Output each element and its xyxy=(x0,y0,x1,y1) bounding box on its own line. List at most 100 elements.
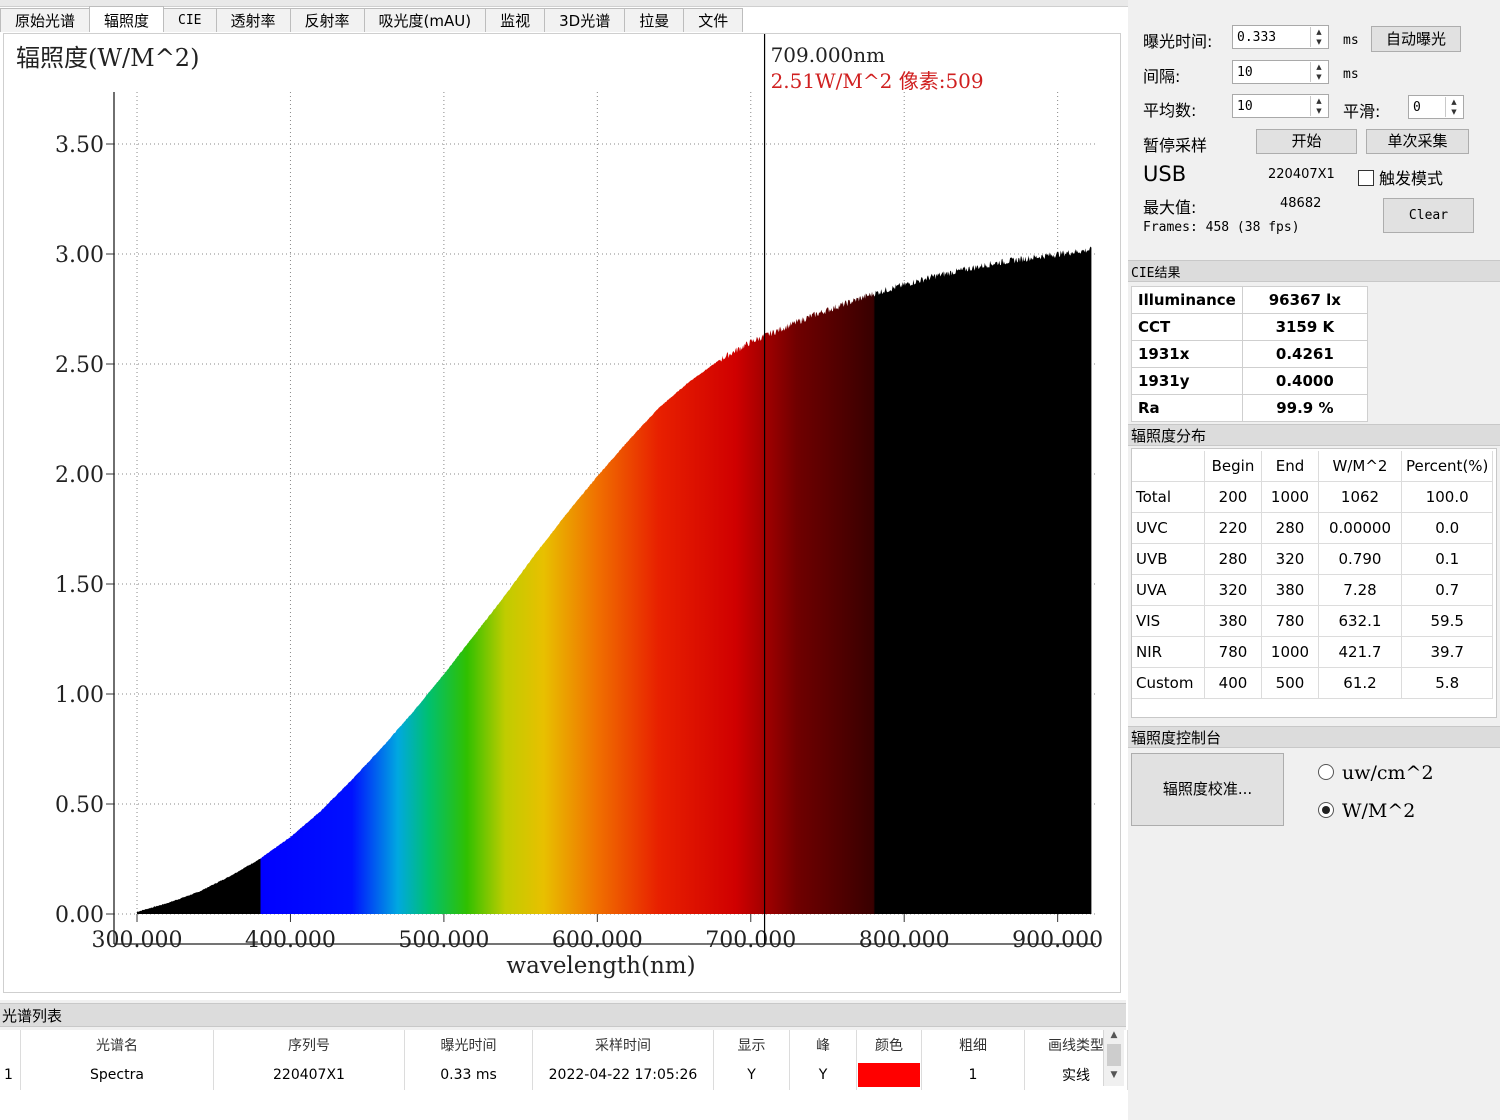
exposure-input[interactable] xyxy=(1233,27,1308,48)
unit-option-wm2[interactable]: W/M^2 xyxy=(1318,800,1415,822)
tab-bar: 原始光谱 辐照度 CIE 透射率 反射率 吸光度(mAU) 监视 3D光谱 拉曼… xyxy=(0,6,744,32)
chart-title: 辐照度(W/M^2) xyxy=(16,44,199,72)
band-value: 421.7 xyxy=(1318,636,1402,668)
y-tick-label: 2.00 xyxy=(55,463,104,488)
max-value: 48682 xyxy=(1280,196,1322,211)
radio-selected-icon[interactable] xyxy=(1318,802,1334,818)
tab-irradiance[interactable]: 辐照度 xyxy=(89,6,165,32)
interval-label: 间隔: xyxy=(1143,67,1181,86)
trigger-mode-checkbox[interactable]: 触发模式 xyxy=(1358,165,1443,189)
exposure-stepper[interactable]: ▲ ▼ xyxy=(1310,27,1327,47)
interval-stepper[interactable]: ▲ ▼ xyxy=(1310,62,1327,82)
irradiance-calibrate-button[interactable]: 辐照度校准... xyxy=(1131,753,1284,826)
column-header[interactable]: 曝光时间 xyxy=(404,1030,533,1060)
checkbox-icon[interactable] xyxy=(1358,170,1374,186)
table-row: NIR 780 1000 421.7 39.7 xyxy=(1132,636,1494,668)
column-header: Begin xyxy=(1204,451,1262,482)
smooth-spinbox[interactable]: ▲▼ xyxy=(1408,95,1464,119)
interval-spinbox[interactable]: ▲▼ xyxy=(1232,60,1329,84)
band-value: 280 xyxy=(1261,512,1319,544)
band-name: UVC xyxy=(1132,512,1205,544)
color-swatch[interactable] xyxy=(858,1063,920,1087)
spectrum-show[interactable]: Y xyxy=(713,1060,790,1090)
spectrum-sample-time: 2022-04-22 17:05:26 xyxy=(532,1060,714,1090)
column-header[interactable]: 序列号 xyxy=(213,1030,405,1060)
column-header: W/M^2 xyxy=(1318,451,1402,482)
cie-value: 99.9 % xyxy=(1241,394,1368,422)
single-capture-button[interactable]: 单次采集 xyxy=(1366,129,1469,154)
spectrum-name[interactable]: Spectra xyxy=(20,1060,214,1090)
scroll-up-icon[interactable]: ▲ xyxy=(1104,1030,1124,1040)
x-tick-label: 400.000 xyxy=(245,928,336,953)
tab-transmittance[interactable]: 透射率 xyxy=(215,8,291,32)
start-button[interactable]: 开始 xyxy=(1256,129,1357,154)
interval-input[interactable] xyxy=(1233,62,1308,83)
band-value: 632.1 xyxy=(1318,605,1402,637)
spectrum-line-width[interactable]: 1 xyxy=(921,1060,1025,1090)
tab-absorbance[interactable]: 吸光度(mAU) xyxy=(363,8,487,32)
down-arrow-icon[interactable]: ▼ xyxy=(1446,107,1462,117)
max-value-label: 最大值: xyxy=(1143,198,1197,217)
spectrum-peak[interactable]: Y xyxy=(789,1060,857,1090)
column-header: End xyxy=(1261,451,1319,482)
radio-icon[interactable] xyxy=(1318,764,1334,780)
spectrum-serial: 220407X1 xyxy=(213,1060,405,1090)
tab-reflectance[interactable]: 反射率 xyxy=(289,8,365,32)
band-name: Custom xyxy=(1132,667,1205,699)
irradiance-console-title: 辐照度控制台 xyxy=(1131,729,1222,747)
table-row: 1931x 0.4261 xyxy=(1131,340,1368,368)
irradiance-chart[interactable]: 辐照度(W/M^2) 300.000 400.000 500.000 600.000 7… xyxy=(4,34,1120,992)
trigger-mode-label: 触发模式 xyxy=(1379,169,1444,188)
column-header[interactable]: 光谱名 xyxy=(20,1030,214,1060)
tab-cie[interactable]: CIE xyxy=(163,8,217,32)
table-row[interactable]: 1 Spectra 220407X1 0.33 ms 2022-04-22 17… xyxy=(0,1060,1128,1090)
up-arrow-icon[interactable]: ▲ xyxy=(1446,97,1462,107)
down-arrow-icon[interactable]: ▼ xyxy=(1311,37,1327,47)
up-arrow-icon[interactable]: ▲ xyxy=(1311,96,1327,106)
band-value: 1062 xyxy=(1318,481,1402,513)
x-axis-label: wavelength(nm) xyxy=(506,953,695,979)
column-header[interactable]: 颜色 xyxy=(856,1030,922,1060)
row-index-header xyxy=(0,1030,21,1060)
scroll-down-icon[interactable]: ▼ xyxy=(1104,1070,1124,1080)
scrollbar-thumb[interactable] xyxy=(1107,1044,1121,1066)
exposure-spinbox[interactable]: ▲▼ xyxy=(1232,25,1329,49)
up-arrow-icon[interactable]: ▲ xyxy=(1311,62,1327,72)
column-header[interactable]: 粗细 xyxy=(921,1030,1025,1060)
list-scrollbar[interactable]: ▲ ▼ xyxy=(1103,1030,1124,1086)
spectrum-color-swatch[interactable] xyxy=(856,1060,922,1090)
exposure-label: 曝光时间: xyxy=(1143,32,1213,51)
tab-raw-spectrum[interactable]: 原始光谱 xyxy=(0,8,91,32)
x-tick-label: 500.000 xyxy=(398,928,489,953)
tab-file[interactable]: 文件 xyxy=(683,8,744,32)
spectrum-area xyxy=(137,246,1092,914)
clear-button[interactable]: Clear xyxy=(1383,198,1474,233)
table-row: Illuminance 96367 lx xyxy=(1131,286,1368,314)
column-header[interactable]: 采样时间 xyxy=(532,1030,714,1060)
band-value: 320 xyxy=(1261,543,1319,575)
table-row: Total 200 1000 1062 100.0 xyxy=(1132,481,1494,513)
table-row: Ra 99.9 % xyxy=(1131,394,1368,422)
tab-monitor[interactable]: 监视 xyxy=(485,8,546,32)
band-name: NIR xyxy=(1132,636,1205,668)
down-arrow-icon[interactable]: ▼ xyxy=(1311,106,1327,116)
column-header[interactable]: 峰 xyxy=(789,1030,857,1060)
up-arrow-icon[interactable]: ▲ xyxy=(1311,27,1327,37)
tab-raman[interactable]: 拉曼 xyxy=(624,8,685,32)
spectrum-fill xyxy=(137,246,1092,914)
band-value: 59.5 xyxy=(1401,605,1494,637)
tab-3d-spectrum[interactable]: 3D光谱 xyxy=(544,8,626,32)
average-spinbox[interactable]: ▲▼ xyxy=(1232,94,1329,118)
band-value: 5.8 xyxy=(1401,667,1494,699)
unit-option-uwcm2[interactable]: uw/cm^2 xyxy=(1318,762,1434,784)
average-input[interactable] xyxy=(1233,96,1308,117)
auto-exposure-button[interactable]: 自动曝光 xyxy=(1371,26,1461,52)
band-value: 380 xyxy=(1261,574,1319,606)
column-header[interactable]: 显示 xyxy=(713,1030,790,1060)
down-arrow-icon[interactable]: ▼ xyxy=(1311,72,1327,82)
smooth-input[interactable] xyxy=(1409,97,1450,118)
pause-sampling-label[interactable]: 暂停采样 xyxy=(1143,132,1207,156)
smooth-stepper[interactable]: ▲ ▼ xyxy=(1445,97,1462,117)
spectrum-exposure: 0.33 ms xyxy=(404,1060,533,1090)
average-stepper[interactable]: ▲ ▼ xyxy=(1310,96,1327,116)
